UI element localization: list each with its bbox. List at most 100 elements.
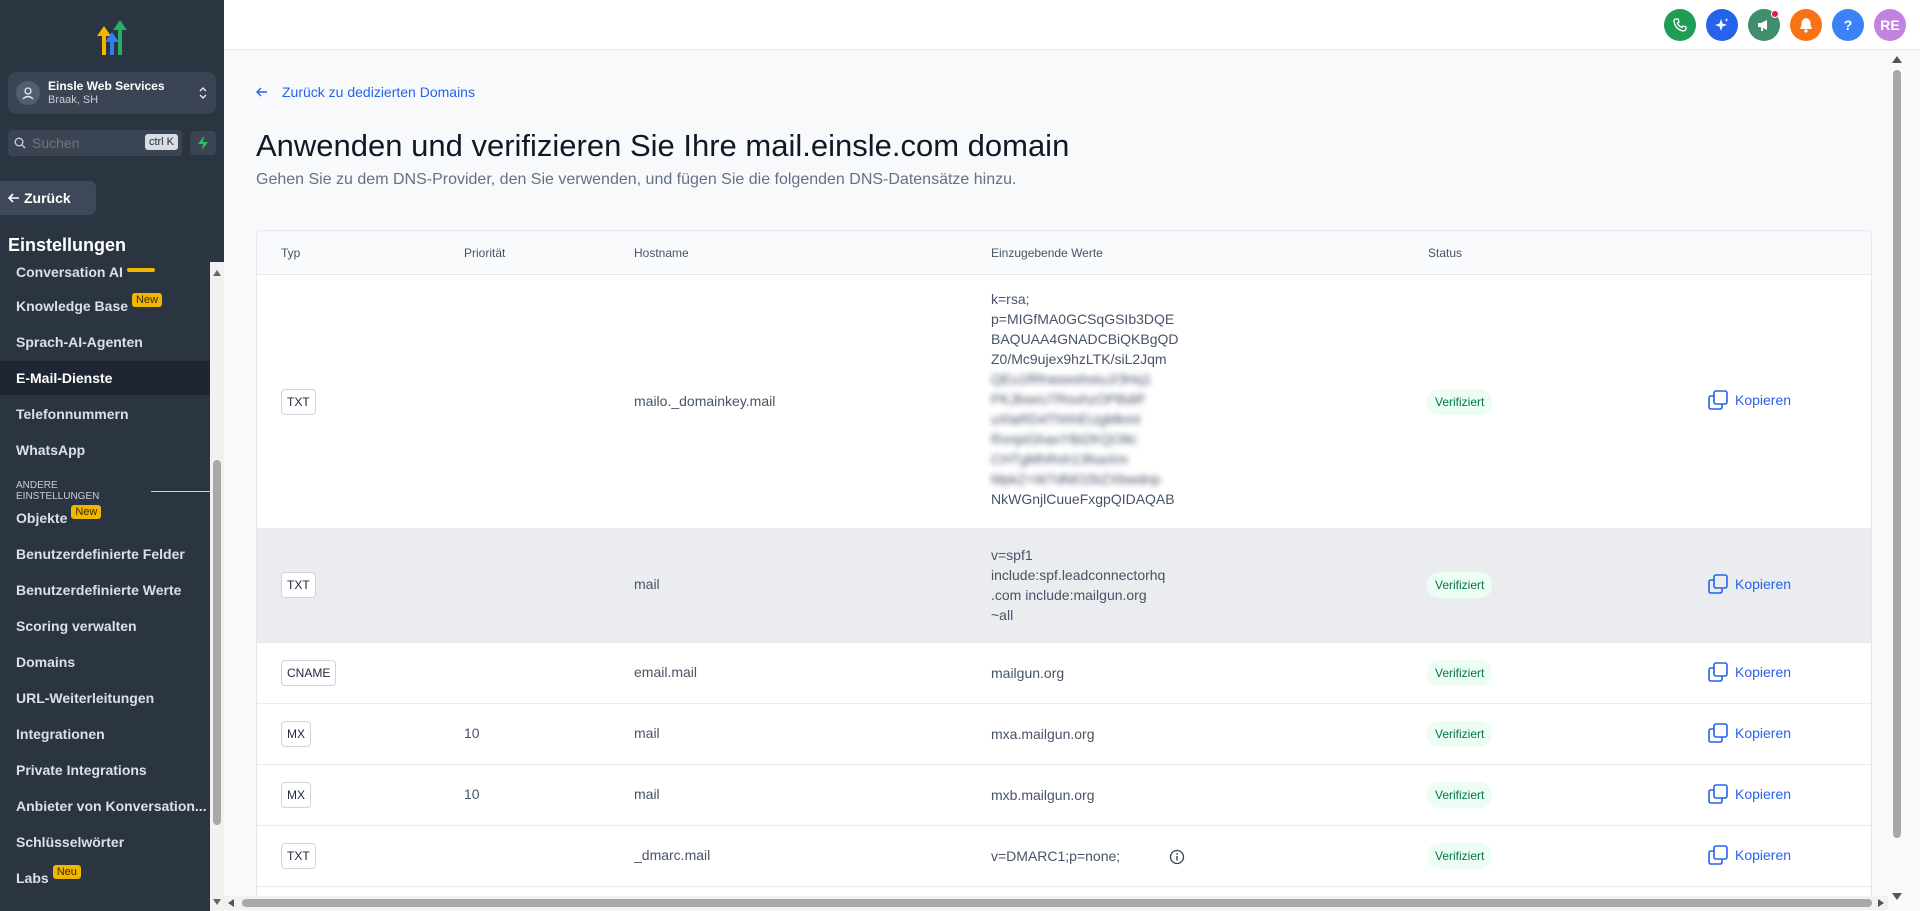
arrow-left-icon (8, 193, 19, 203)
divider (151, 490, 210, 492)
notifications-button[interactable] (1790, 9, 1822, 41)
megaphone-icon (1758, 20, 1767, 31)
ai-assistant-button[interactable] (1706, 9, 1738, 41)
new-badge: New (132, 293, 163, 307)
redacted-text: MpkZ+W7dfdO2bZXbwdnp (991, 471, 1161, 487)
copy-button[interactable]: Kopieren (1707, 783, 1791, 805)
scroll-down-arrow[interactable] (1892, 893, 1902, 900)
column-header-status: Status (1428, 246, 1463, 260)
sidebar-item-whatsapp[interactable]: WhatsApp (0, 433, 210, 467)
priority-cell: 10 (464, 786, 480, 802)
sidebar-item-conversation-ai[interactable]: Conversation AI (0, 262, 210, 289)
table-row: TXT mail v=spf1 include:spf.leadconnecto… (257, 529, 1871, 643)
table-header: Typ Priorität Hostname Einzugebende Wert… (257, 231, 1871, 275)
value-cell: v=spf1 include:spf.leadconnectorhq .com … (991, 547, 1166, 623)
sidebar-item-phone-numbers[interactable]: Telefonnummern (0, 397, 210, 431)
sidebar-item-integrations[interactable]: Integrationen (0, 717, 210, 751)
redacted-text: QEu1fRhaswshsIuJ/3Hq1 (991, 371, 1152, 387)
user-avatar[interactable]: RE (1874, 9, 1906, 41)
account-switcher[interactable]: Einsle Web Services Braak, SH (8, 72, 216, 114)
value-cell: k=rsa; p=MIGfMA0GCSqGSIb3DQE BAQUAA4GNAD… (991, 291, 1179, 507)
info-icon[interactable] (1169, 849, 1185, 865)
status-badge: Verifiziert (1427, 389, 1493, 415)
sidebar: Einsle Web Services Braak, SH ctrl K Zur… (0, 0, 224, 911)
record-type-tag: TXT (281, 389, 316, 415)
sidebar-item-knowledge-base[interactable]: Knowledge Base New (0, 289, 210, 323)
main-scrollbar[interactable] (1888, 50, 1904, 900)
new-badge: Neu (52, 865, 81, 879)
status-badge: Verifiziert (1427, 843, 1493, 869)
sidebar-scrollbar[interactable] (210, 262, 224, 911)
sidebar-item-custom-values[interactable]: Benutzerdefinierte Werte (0, 573, 210, 607)
arrow-left-icon (256, 87, 267, 97)
column-header-priority: Priorität (464, 246, 506, 260)
copy-icon (1708, 390, 1728, 410)
horizontal-scrollbar[interactable] (224, 896, 1888, 910)
app-logo[interactable] (91, 16, 133, 58)
announcements-button[interactable] (1748, 9, 1780, 41)
sidebar-item-objects[interactable]: Objekte New (0, 501, 210, 535)
copy-button[interactable]: Kopieren (1707, 661, 1791, 683)
account-name: Einsle Web Services (48, 79, 165, 93)
quick-action-button[interactable] (190, 131, 216, 155)
back-button-label: Zurück (24, 190, 71, 206)
record-type-tag: TXT (281, 843, 316, 869)
bolt-icon (198, 136, 208, 150)
value-cell: mailgun.org (991, 665, 1065, 681)
hostname-cell: mail (634, 725, 660, 741)
new-badge: New (71, 505, 102, 519)
chevron-up-down-icon (199, 87, 207, 99)
sidebar-item-conversation-providers[interactable]: Anbieter von Konversation... (0, 789, 210, 823)
redacted-text: uXlaRD4ThhhEUgMkmI (991, 411, 1141, 427)
copy-icon (1708, 784, 1728, 804)
record-type-tag: TXT (281, 572, 316, 598)
back-to-domains-link[interactable]: Zurück zu dedizierten Domains (256, 84, 475, 100)
record-type-tag: MX (281, 721, 311, 747)
new-badge (126, 268, 155, 272)
copy-button[interactable]: Kopieren (1707, 722, 1791, 744)
hostname-cell: mail (634, 786, 660, 802)
scroll-up-arrow[interactable] (1892, 56, 1902, 63)
search-input[interactable] (32, 135, 132, 151)
copy-button[interactable]: Kopieren (1707, 573, 1791, 595)
search-box[interactable]: ctrl K (8, 130, 182, 156)
scroll-right-arrow[interactable] (1878, 899, 1884, 907)
scrollbar-thumb[interactable] (242, 899, 1872, 907)
help-icon: ? (1843, 17, 1853, 33)
sidebar-item-custom-fields[interactable]: Benutzerdefinierte Felder (0, 537, 210, 571)
phone-button[interactable] (1664, 9, 1696, 41)
scroll-left-arrow[interactable] (228, 899, 234, 907)
column-header-type: Typ (281, 246, 301, 260)
copy-icon (1708, 723, 1728, 743)
sidebar-item-domains[interactable]: Domains (0, 645, 210, 679)
sidebar-item-email-services[interactable]: E-Mail-Dienste (0, 361, 210, 395)
copy-icon (1708, 574, 1728, 594)
notification-dot (1771, 10, 1779, 18)
sidebar-item-url-redirects[interactable]: URL-Weiterleitungen (0, 681, 210, 715)
table-row: TXT mailo._domainkey.mail k=rsa; p=MIGfM… (257, 275, 1871, 529)
scrollbar-thumb[interactable] (213, 460, 221, 825)
table-row: MX 10 mail mxa.mailgun.org Verifiziert K… (257, 704, 1871, 765)
page-title: Anwenden und verifizieren Sie Ihre mail.… (256, 128, 1070, 163)
sidebar-item-voice-ai-agents[interactable]: Sprach-AI-Agenten (0, 325, 210, 359)
record-type-tag: MX (281, 782, 311, 808)
help-button[interactable]: ? (1832, 9, 1864, 41)
settings-title: Einstellungen (8, 235, 127, 255)
copy-button[interactable]: Kopieren (1707, 389, 1791, 411)
search-shortcut: ctrl K (144, 134, 178, 150)
scroll-down-arrow[interactable] (213, 899, 221, 905)
phone-icon (1673, 18, 1687, 32)
copy-button[interactable]: Kopieren (1707, 844, 1791, 866)
sidebar-item-private-integrations[interactable]: Private Integrations (0, 753, 210, 787)
top-bar: ? RE (224, 0, 1920, 50)
sidebar-item-labs[interactable]: Labs Neu (0, 861, 210, 895)
value-cell: v=DMARC1;p=none; (991, 848, 1121, 864)
status-badge: Verifiziert (1427, 572, 1493, 598)
back-button[interactable]: Zurück (0, 181, 96, 215)
scroll-up-arrow[interactable] (213, 270, 221, 276)
scrollbar-thumb[interactable] (1893, 70, 1901, 838)
sidebar-item-scoring[interactable]: Scoring verwalten (0, 609, 210, 643)
dns-records-table: Typ Priorität Hostname Einzugebende Wert… (256, 230, 1872, 900)
sidebar-item-keywords[interactable]: Schlüsselwörter (0, 825, 210, 859)
hostname-cell: mailo._domainkey.mail (634, 393, 776, 409)
